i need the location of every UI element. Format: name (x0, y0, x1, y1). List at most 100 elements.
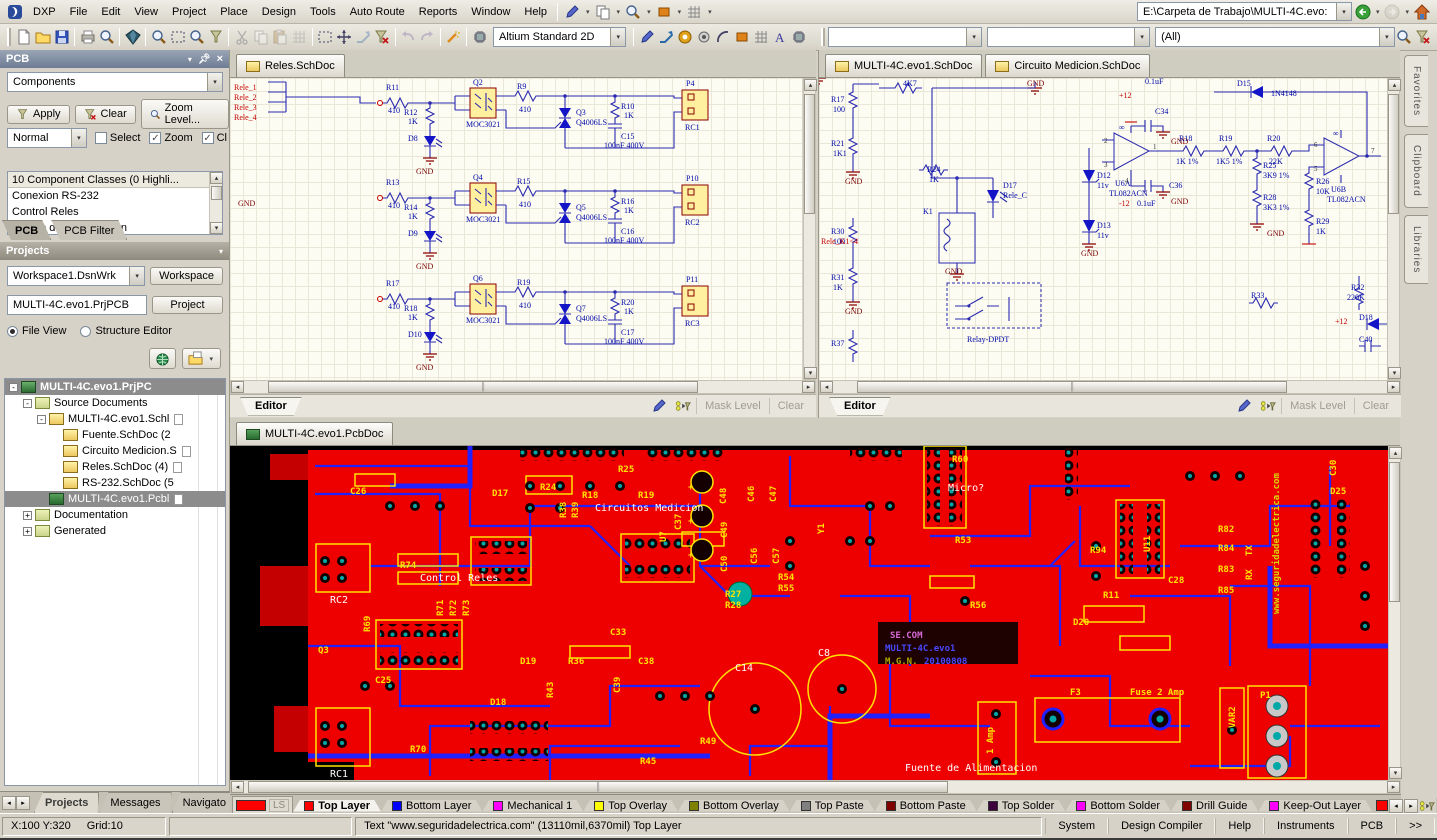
highlight-mode-combo[interactable]: Normal ▾ (7, 128, 87, 148)
layer-tab[interactable]: Top Overlay (583, 800, 678, 812)
home-button[interactable] (1411, 1, 1433, 23)
menu-item[interactable]: File (63, 4, 95, 20)
navigator-globe-button[interactable] (149, 348, 176, 369)
filter-combo-1[interactable]: ▾ (828, 27, 982, 47)
layer-tab[interactable]: Bottom Paste (875, 800, 977, 812)
view-3d-icon[interactable] (123, 26, 142, 48)
tree-item-label[interactable]: RS-232.SchDoc (5 (82, 477, 174, 489)
paste-icon[interactable] (271, 26, 290, 48)
document-path-combo[interactable]: E:\Carpeta de Trabajo\MULTI-4C.evo: ▾ (1137, 2, 1352, 21)
menu-item[interactable]: Tools (303, 4, 343, 20)
tree-item[interactable]: MULTI-4C.evo1.Pcbl (5, 491, 225, 507)
dots-filter-icon[interactable] (1418, 797, 1436, 815)
chevron-down-icon[interactable]: ▾ (1374, 8, 1382, 16)
scroll-down-arrow[interactable]: ▾ (1388, 367, 1401, 379)
grid-tools-icon[interactable] (683, 1, 705, 23)
editor-tab[interactable]: Editor (829, 397, 891, 416)
tree-item-label[interactable]: Fuente.SchDoc (2 (82, 429, 171, 441)
editor-tab[interactable]: Editor (240, 397, 302, 416)
chevron-down-icon[interactable]: ▾ (129, 267, 144, 285)
scroll-left-arrow[interactable]: ◂ (231, 781, 244, 793)
tree-item-label[interactable]: MULTI-4C.evo1.Pcbl (68, 493, 169, 505)
cut-icon[interactable] (232, 26, 251, 48)
checkbox-box[interactable]: ✓ (149, 132, 161, 144)
clear-button[interactable]: Clear (1354, 398, 1397, 414)
interactive-route-icon[interactable] (656, 26, 675, 48)
dots-filter-icon[interactable] (670, 395, 696, 417)
mask-level-button[interactable]: Mask Level (1281, 398, 1354, 414)
scrollbar-thumb[interactable] (1388, 94, 1399, 214)
tree-item-label[interactable]: Reles.SchDoc (4) (82, 461, 168, 473)
layer-tab[interactable]: Top Layer (293, 800, 381, 812)
save-icon[interactable] (52, 26, 71, 48)
zoom-in-icon[interactable] (187, 26, 206, 48)
scrollbar-thumb[interactable] (804, 94, 815, 214)
schematic-canvas-medicion[interactable]: 0.1uF+12C34GNDR181K 1%R191K5 1%R2022KR25… (819, 78, 1387, 380)
structure-editor-radio[interactable]: Structure Editor (80, 325, 171, 337)
tree-item-label[interactable]: MULTI-4C.evo1.PrjPC (40, 381, 152, 393)
clear-filter-icon[interactable] (373, 26, 392, 48)
checkbox[interactable]: ✓ Cl (202, 132, 227, 144)
side-panel-tab[interactable]: Clipboard (1404, 134, 1428, 208)
back-button[interactable] (1352, 1, 1374, 23)
tree-item-label[interactable]: Documentation (54, 509, 128, 521)
place-via-icon[interactable] (694, 26, 713, 48)
select-area-icon[interactable] (316, 26, 335, 48)
wiring-tools-icon[interactable] (561, 1, 583, 23)
zoom-level-button[interactable]: Zoom Level... (141, 99, 229, 129)
scroll-up-arrow[interactable]: ▴ (804, 79, 817, 91)
status-button[interactable]: System (1045, 818, 1108, 834)
menu-item[interactable]: DXP (26, 4, 63, 20)
scroll-down-arrow[interactable]: ▾ (1389, 767, 1402, 779)
open-document-icon[interactable] (33, 26, 52, 48)
scroll-left-arrow[interactable]: ◂ (820, 381, 833, 393)
new-document-icon[interactable] (14, 26, 33, 48)
align-tools-icon[interactable] (592, 1, 614, 23)
forward-button[interactable] (1381, 1, 1403, 23)
checkbox[interactable]: Select (95, 132, 141, 144)
left-pane-hscrollbar[interactable]: ◂ ║ ▸ (230, 380, 816, 394)
clear-button[interactable]: Clear (75, 105, 136, 124)
zoom-document-icon[interactable] (149, 26, 168, 48)
pencil-icon[interactable] (1233, 395, 1255, 417)
status-button[interactable]: >> (1396, 818, 1435, 834)
class-list-header[interactable]: 10 Component Classes (0 Highli... (8, 172, 222, 188)
chevron-down-icon[interactable]: ▾ (615, 8, 623, 16)
browse-components-icon[interactable] (470, 26, 489, 48)
tree-item[interactable]: + Documentation (5, 507, 225, 523)
scrollbar-thumb[interactable] (1389, 462, 1400, 602)
workspace-combo[interactable]: Workspace1.DsnWrk ▾ (7, 266, 145, 286)
place-string-icon[interactable] (771, 26, 790, 48)
chevron-down-icon[interactable]: ▾ (966, 28, 981, 46)
dxp-orb-icon[interactable] (4, 1, 26, 23)
layer-tab[interactable]: Bottom Solder (1065, 800, 1171, 812)
place-arc-icon[interactable] (713, 26, 732, 48)
panel-bottom-tab[interactable]: Messages (99, 792, 171, 813)
pin-icon[interactable]: 📌︎ (198, 54, 211, 65)
copy-icon[interactable] (252, 26, 271, 48)
scroll-right-arrow[interactable]: ▸ (802, 381, 815, 393)
tree-expand-glyph[interactable]: + (23, 527, 32, 536)
print-icon[interactable] (78, 26, 97, 48)
chevron-down-icon[interactable]: ▾ (71, 129, 86, 147)
layer-tab[interactable]: Top Solder (977, 800, 1066, 812)
tree-item[interactable]: - Source Documents (5, 395, 225, 411)
pencil-icon[interactable] (648, 395, 670, 417)
checkbox-box[interactable]: ✓ (202, 132, 214, 144)
left-pane-vscrollbar[interactable]: ▴ ▾ (803, 78, 816, 380)
document-tab[interactable]: Reles.SchDoc (236, 54, 345, 77)
document-tab[interactable]: Circuito Medicion.SchDoc (985, 54, 1150, 77)
paste-array-icon[interactable] (290, 26, 309, 48)
panel-bottom-tab[interactable]: Navigato (172, 792, 230, 813)
undo-icon[interactable] (399, 26, 418, 48)
tree-item[interactable]: Fuente.SchDoc (2 (5, 427, 225, 443)
tree-item[interactable]: Reles.SchDoc (4) (5, 459, 225, 475)
scrollbar-thumb[interactable] (211, 186, 222, 200)
menu-item[interactable]: Place (213, 4, 255, 20)
chevron-down-icon[interactable]: ▾ (706, 8, 714, 16)
project-button[interactable]: Project (152, 296, 223, 314)
layer-tab[interactable]: Mechanical 1 (482, 800, 583, 812)
panel-tab[interactable]: PCB (2, 220, 51, 240)
layer-scroll-left-icon[interactable]: ◂ (1389, 799, 1403, 813)
scroll-up-arrow[interactable]: ▴ (210, 172, 223, 184)
